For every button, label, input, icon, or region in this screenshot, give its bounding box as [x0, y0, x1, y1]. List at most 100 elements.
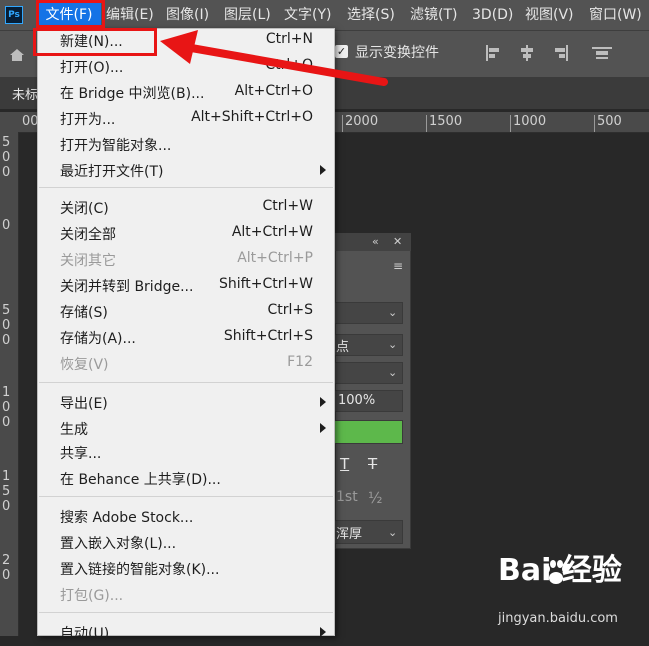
- menu-item-label: 打包(G)...: [60, 588, 124, 604]
- ruler-label: 0: [2, 415, 11, 430]
- ruler-label: 1: [2, 385, 11, 400]
- submenu-arrow-icon: [320, 165, 326, 175]
- menu-item-label: 置入嵌入对象(L)...: [60, 536, 177, 552]
- align-horizontal-centers-icon[interactable]: [518, 44, 536, 62]
- menu-item-save[interactable]: 存储(S) Ctrl+S: [37, 299, 335, 325]
- align-top-edges-icon[interactable]: [592, 44, 612, 62]
- menu-item-export[interactable]: 导出(E): [37, 390, 335, 416]
- menu-separator: [39, 496, 333, 497]
- menu-item-shortcut: Shift+Ctrl+S: [223, 328, 313, 344]
- menu-item-label: 存储(S): [60, 305, 108, 321]
- menu-item-generate[interactable]: 生成: [37, 416, 335, 442]
- submenu-arrow-icon: [320, 397, 326, 407]
- menu-item-label: 存储为(A)...: [60, 331, 136, 347]
- menu-item-shortcut: Shift+Ctrl+W: [218, 276, 313, 292]
- menu-item-label: 关闭其它: [60, 253, 116, 269]
- collapse-icon[interactable]: «: [372, 235, 379, 248]
- menu-item-open-as[interactable]: 打开为... Alt+Shift+Ctrl+O: [37, 106, 335, 132]
- fractions-icon[interactable]: ½: [368, 489, 383, 507]
- ruler-label: 2: [2, 553, 11, 568]
- menu-3d[interactable]: 3D(D): [472, 0, 513, 30]
- photoshop-logo-icon[interactable]: Ps: [5, 6, 23, 24]
- ruler-label: 0: [2, 568, 11, 583]
- menu-filter[interactable]: 滤镜(T): [410, 0, 457, 30]
- chevron-down-icon: ⌄: [388, 366, 398, 379]
- menu-item-label: 导出(E): [60, 396, 108, 412]
- menu-view[interactable]: 视图(V): [525, 0, 574, 30]
- ruler-tick: [426, 115, 427, 132]
- ruler-label: 0: [2, 333, 11, 348]
- menu-item-label: 关闭(C): [60, 201, 109, 217]
- menu-item-place-linked[interactable]: 置入链接的智能对象(K)...: [37, 556, 335, 582]
- menu-item-shortcut: Alt+Ctrl+P: [237, 250, 313, 266]
- menu-item-revert: 恢复(V) F12: [37, 351, 335, 377]
- file-menu-highlight-box: [36, 0, 105, 28]
- close-icon[interactable]: ✕: [393, 235, 402, 248]
- new-item-highlight-box: [33, 28, 157, 56]
- menu-item-close-and-go-to-bridge[interactable]: 关闭并转到 Bridge... Shift+Ctrl+W: [37, 273, 335, 299]
- menu-item-shortcut: Ctrl+S: [267, 302, 313, 318]
- ruler-label: 0: [2, 318, 11, 333]
- document-tab[interactable]: 未标: [12, 84, 38, 103]
- ruler-label: 500: [597, 114, 622, 129]
- menu-item-open-as-smart-object[interactable]: 打开为智能对象...: [37, 132, 335, 158]
- menu-edit[interactable]: 编辑(E): [106, 0, 154, 30]
- ruler-label: 2000: [345, 114, 379, 129]
- menu-item-label: 共享...: [60, 446, 102, 462]
- menu-item-label: 打开为...: [60, 112, 116, 128]
- menu-type[interactable]: 文字(Y): [284, 0, 331, 30]
- ruler-label: 0: [2, 165, 11, 180]
- menu-separator: [39, 382, 333, 383]
- menu-item-package: 打包(G)...: [37, 582, 335, 608]
- ordinals-icon[interactable]: 1st: [336, 489, 358, 505]
- menu-item-label: 关闭并转到 Bridge...: [60, 279, 194, 295]
- baidu-watermark: Bai 经验 jingyan.baidu.com: [498, 555, 622, 627]
- menu-image[interactable]: 图像(I): [166, 0, 209, 30]
- menu-item-label: 搜索 Adobe Stock...: [60, 510, 194, 526]
- menu-item-automate[interactable]: 自动(U): [37, 620, 335, 646]
- ruler-label: 0: [2, 400, 11, 415]
- ruler-label: 1500: [429, 114, 463, 129]
- menu-select[interactable]: 选择(S): [347, 0, 395, 30]
- menu-item-share[interactable]: 共享...: [37, 440, 335, 466]
- align-left-edges-icon[interactable]: [485, 44, 503, 62]
- menu-item-shortcut: Ctrl+W: [262, 198, 313, 214]
- menu-item-open-recent[interactable]: 最近打开文件(T): [37, 158, 335, 184]
- ruler-label: 5: [2, 303, 11, 318]
- menu-item-close-all[interactable]: 关闭全部 Alt+Ctrl+W: [37, 221, 335, 247]
- scale-value: 100%: [338, 393, 376, 408]
- menu-item-save-as[interactable]: 存储为(A)... Shift+Ctrl+S: [37, 325, 335, 351]
- menu-item-shortcut: Alt+Shift+Ctrl+O: [191, 109, 313, 125]
- menu-item-close-others: 关闭其它 Alt+Ctrl+P: [37, 247, 335, 273]
- menu-item-place-embedded[interactable]: 置入嵌入对象(L)...: [37, 530, 335, 556]
- strikethrough-icon[interactable]: T: [368, 455, 377, 473]
- chevron-down-icon: ⌄: [388, 306, 398, 319]
- menu-item-shortcut: Alt+Ctrl+W: [231, 224, 313, 240]
- menu-item-search-adobe-stock[interactable]: 搜索 Adobe Stock...: [37, 504, 335, 530]
- menu-item-label: 关闭全部: [60, 227, 116, 243]
- chevron-down-icon: ⌄: [388, 338, 398, 351]
- pointer-arrow-icon: [150, 30, 390, 90]
- align-right-edges-icon[interactable]: [551, 44, 569, 62]
- ruler-label: 5: [2, 135, 11, 150]
- menu-item-close[interactable]: 关闭(C) Ctrl+W: [37, 195, 335, 221]
- underline-icon[interactable]: T: [340, 455, 349, 473]
- menu-item-label: 置入链接的智能对象(K)...: [60, 562, 220, 578]
- menu-item-shortcut: F12: [287, 354, 313, 370]
- menu-layer[interactable]: 图层(L): [224, 0, 271, 30]
- chevron-down-icon: ⌄: [388, 526, 398, 539]
- menu-window[interactable]: 窗口(W): [589, 0, 642, 30]
- ruler-label: 1: [2, 469, 11, 484]
- ruler-label: 0: [2, 499, 11, 514]
- home-icon[interactable]: [10, 46, 24, 61]
- ruler-label: 5: [2, 484, 11, 499]
- ruler-label: 1000: [513, 114, 547, 129]
- font-size-unit: 点: [336, 340, 350, 355]
- submenu-arrow-icon: [320, 423, 326, 433]
- menu-item-label: 打开为智能对象...: [60, 138, 172, 154]
- ruler-tick: [594, 115, 595, 132]
- ruler-tick: [342, 115, 343, 132]
- panel-menu-icon[interactable]: ≡: [393, 259, 403, 273]
- menu-item-share-on-behance[interactable]: 在 Behance 上共享(D)...: [37, 466, 335, 492]
- menu-item-label: 打开(O)...: [60, 60, 124, 76]
